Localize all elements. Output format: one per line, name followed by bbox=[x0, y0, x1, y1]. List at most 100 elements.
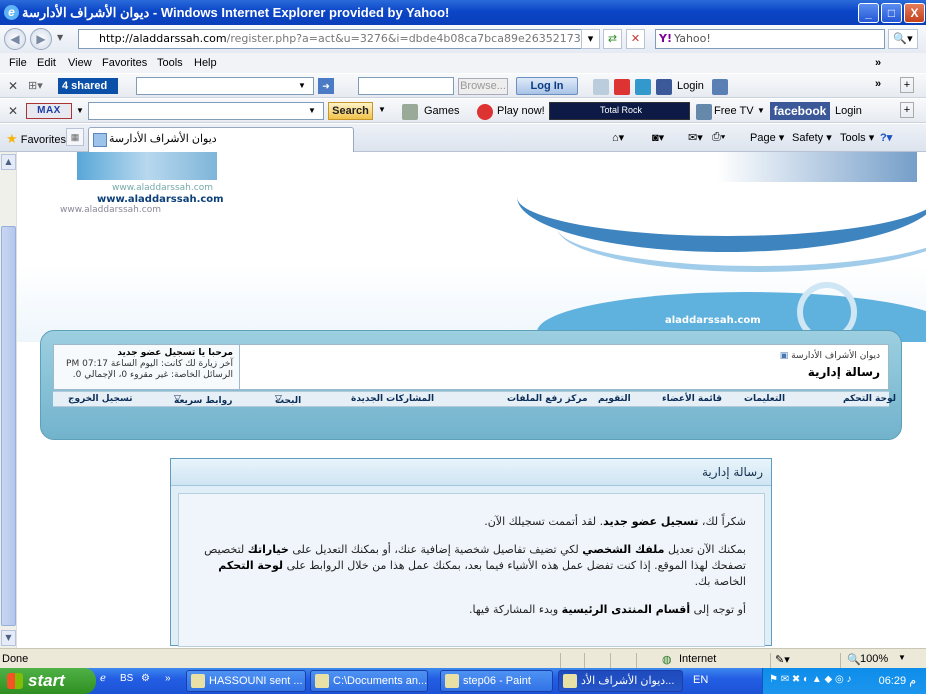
search-options-icon[interactable]: ▼ bbox=[378, 105, 386, 114]
search-button[interactable]: Search bbox=[328, 102, 373, 120]
page-menu[interactable]: Page ▾ bbox=[750, 131, 784, 144]
app-quick-icon[interactable]: ⚙ bbox=[141, 673, 150, 684]
menu-tools[interactable]: Tools bbox=[157, 57, 183, 69]
browse-button[interactable]: Browse... bbox=[458, 78, 508, 95]
maximize-button[interactable]: □ bbox=[881, 3, 902, 23]
quick-tabs-icon[interactable]: ▦ bbox=[66, 128, 84, 146]
add-toolbar2-icon[interactable]: + bbox=[900, 102, 914, 118]
system-tray: ⚑ ✉ ✖ ◐ ▲ ◆ ◎ ♪ 06:29 م bbox=[762, 668, 926, 694]
nav-search[interactable]: البحث ▽ bbox=[275, 394, 301, 406]
stop-icon[interactable]: ✕ bbox=[626, 29, 645, 49]
nav-calendar[interactable]: التقويم bbox=[598, 394, 631, 404]
max-search-input[interactable] bbox=[88, 102, 324, 120]
free-tv-link[interactable]: Free TV bbox=[714, 105, 754, 117]
nav-usercp[interactable]: لوحة التحكم bbox=[843, 394, 896, 404]
tv-dropdown-icon[interactable]: ▼ bbox=[757, 106, 765, 115]
vertical-scrollbar[interactable]: ▲ ▼ bbox=[0, 152, 17, 648]
facebook-logo[interactable]: facebook bbox=[770, 102, 830, 120]
scroll-thumb[interactable] bbox=[1, 226, 16, 626]
add-toolbar-icon[interactable]: + bbox=[900, 77, 914, 93]
back-button[interactable]: ◀ bbox=[4, 28, 26, 50]
dropdown-icon[interactable]: ▼ bbox=[298, 81, 306, 90]
games-link[interactable]: Games bbox=[424, 105, 459, 117]
4shared-search-input[interactable] bbox=[136, 77, 314, 95]
admin-message-box: رسالة إدارية شكراً لك، تسجيل عضو جديد. ل… bbox=[170, 458, 772, 647]
scroll-up-icon[interactable]: ▲ bbox=[1, 154, 16, 170]
zoom-level[interactable]: 100% bbox=[860, 653, 888, 665]
tv-icon[interactable] bbox=[696, 104, 712, 120]
close-toolbar-icon[interactable]: ✕ bbox=[8, 79, 18, 93]
screen-icon[interactable] bbox=[712, 79, 728, 95]
upload-file-input[interactable] bbox=[358, 77, 454, 95]
close-button[interactable]: X bbox=[904, 3, 925, 23]
zoom-dropdown-icon[interactable]: ▼ bbox=[898, 653, 906, 662]
usercp-link[interactable]: لوحة التحكم bbox=[218, 559, 283, 572]
breadcrumb-home-link[interactable]: ديوان الأشراف الأدارسة bbox=[791, 351, 880, 361]
nav-members[interactable]: قائمة الأعضاء bbox=[662, 394, 722, 404]
login-button[interactable]: Log In bbox=[516, 77, 578, 95]
bs-quick-icon[interactable]: BS bbox=[120, 673, 133, 684]
tab-active[interactable]: ديوان الأشراف الأدارسة bbox=[88, 127, 354, 152]
forum-index-link[interactable]: أقسام المنتدى الرئيسية bbox=[562, 603, 690, 616]
mario-icon[interactable] bbox=[477, 104, 493, 120]
favorites-button[interactable]: ★ Favorites bbox=[6, 131, 66, 147]
task-paint[interactable]: step06 - Paint bbox=[440, 670, 553, 692]
search-go-icon[interactable]: 🔍▾ bbox=[888, 29, 918, 49]
home-icon[interactable]: ⌂▾ bbox=[612, 131, 624, 144]
nav-faq[interactable]: التعليمات bbox=[744, 394, 785, 404]
games-icon[interactable] bbox=[402, 104, 418, 120]
help-icon[interactable]: ?▾ bbox=[880, 131, 892, 144]
twitter-icon[interactable] bbox=[635, 79, 651, 95]
menu-edit[interactable]: Edit bbox=[37, 57, 56, 69]
history-dropdown-icon[interactable]: ▼ bbox=[57, 33, 63, 42]
mail-icon[interactable] bbox=[593, 79, 609, 95]
yahoo-search-input[interactable]: Y! Yahoo! bbox=[655, 29, 885, 49]
nav-logout[interactable]: تسجيل الخروج bbox=[68, 394, 133, 404]
protected-mode-icon[interactable]: ✎▾ bbox=[775, 653, 790, 666]
nav-quick-links[interactable]: روابط سريعة ▽ bbox=[174, 394, 232, 406]
start-button[interactable]: start bbox=[0, 668, 96, 694]
nav-upload-center[interactable]: مركز رفع الملفات bbox=[507, 394, 588, 404]
zoom-icon[interactable]: 🔍 bbox=[847, 653, 861, 666]
task-ie-active[interactable]: ديوان الأشراف الأد... bbox=[558, 670, 683, 692]
facebook-login-link[interactable]: Login bbox=[835, 105, 862, 117]
toolbar-overflow-icon[interactable]: » bbox=[875, 78, 881, 90]
print-icon[interactable]: ⎙▾ bbox=[712, 131, 725, 144]
play-now-link[interactable]: Play now! bbox=[497, 105, 545, 117]
refresh-icon[interactable]: ⇄ bbox=[603, 29, 622, 49]
youtube-icon[interactable] bbox=[614, 79, 630, 95]
mail-command-icon[interactable]: ✉▾ bbox=[688, 131, 703, 144]
total-rock-radio[interactable]: Total Rock bbox=[549, 102, 690, 120]
tray-icons[interactable]: ⚑ ✉ ✖ ◐ ▲ ◆ ◎ ♪ bbox=[769, 674, 852, 685]
nav-new-posts[interactable]: المشاركات الجديدة bbox=[351, 394, 434, 404]
safety-menu[interactable]: Safety ▾ bbox=[792, 131, 832, 144]
banner-wave-light bbox=[557, 182, 926, 272]
go-arrow-icon[interactable]: ➜ bbox=[318, 78, 334, 94]
menu-help[interactable]: Help bbox=[194, 57, 217, 69]
task-hassouni[interactable]: HASSOUNI sent ... bbox=[186, 670, 306, 692]
toolbar-options-icon[interactable]: ⊞▾ bbox=[28, 79, 43, 92]
language-indicator[interactable]: EN bbox=[693, 674, 708, 686]
search-dropdown-icon[interactable]: ▼ bbox=[308, 106, 316, 115]
profile-link[interactable]: ملفك الشخصي bbox=[582, 543, 664, 556]
url-dropdown-icon[interactable]: ▾ bbox=[581, 29, 600, 49]
menu-file[interactable]: File bbox=[9, 57, 27, 69]
facebook-small-icon[interactable] bbox=[656, 79, 672, 95]
close-toolbar2-icon[interactable]: ✕ bbox=[8, 104, 18, 118]
tools-menu[interactable]: Tools ▾ bbox=[840, 131, 874, 144]
private-messages-link[interactable]: الرسائل الخاصة: غير مقروء 0، الإجمالي 0. bbox=[73, 370, 233, 380]
feeds-icon[interactable]: ◙▾ bbox=[652, 131, 664, 144]
task-documents[interactable]: C:\Documents an... bbox=[310, 670, 428, 692]
minimize-button[interactable]: _ bbox=[858, 3, 879, 23]
menu-view[interactable]: View bbox=[68, 57, 92, 69]
menu-favorites[interactable]: Favorites bbox=[102, 57, 147, 69]
quick-overflow-icon[interactable]: » bbox=[165, 673, 171, 684]
forward-button[interactable]: ▶ bbox=[30, 28, 52, 50]
login-link[interactable]: Login bbox=[677, 80, 704, 92]
options-link[interactable]: خياراتك bbox=[248, 543, 289, 556]
ie-quick-icon[interactable]: ℯ bbox=[100, 673, 106, 684]
menu-overflow-icon[interactable]: » bbox=[875, 57, 881, 69]
max-dropdown-icon[interactable]: ▼ bbox=[76, 106, 84, 115]
scroll-down-icon[interactable]: ▼ bbox=[1, 630, 16, 646]
url-field[interactable]: http://aladdarssah.com/register.php?a=ac… bbox=[78, 29, 598, 49]
